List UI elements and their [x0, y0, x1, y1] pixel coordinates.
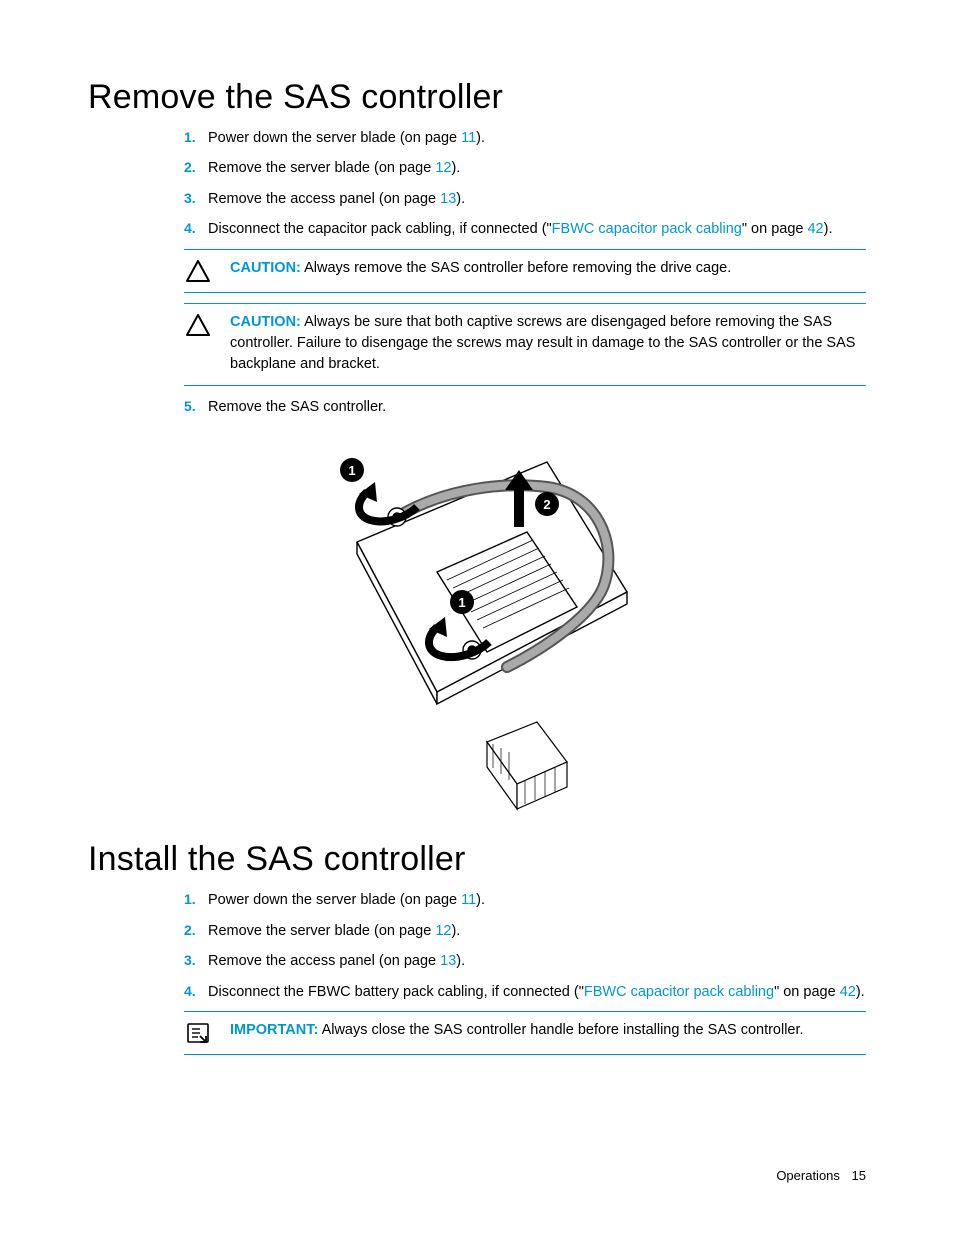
page-footer: Operations 15 [776, 1168, 866, 1183]
step-number: 1. [184, 889, 196, 911]
steps-remove: 1. Power down the server blade (on page … [88, 127, 866, 241]
step-text: Disconnect the FBWC battery pack cabling… [208, 984, 584, 1000]
list-item: 1. Power down the server blade (on page … [184, 889, 866, 911]
step-number: 3. [184, 950, 196, 972]
step-number: 4. [184, 218, 196, 240]
step-text: Power down the server blade (on page [208, 130, 461, 146]
list-item: 4. Disconnect the FBWC battery pack cabl… [184, 981, 866, 1003]
cross-ref-link[interactable]: FBWC capacitor pack cabling [584, 984, 774, 1000]
page-ref-link[interactable]: 13 [440, 191, 456, 207]
step-number: 2. [184, 157, 196, 179]
caution-callout: CAUTION: Always remove the SAS controlle… [184, 249, 866, 293]
caution-text: Always remove the SAS controller before … [301, 260, 731, 276]
cross-ref-link[interactable]: FBWC capacitor pack cabling [552, 221, 742, 237]
step-text: ). [451, 160, 460, 176]
caution-icon [184, 312, 212, 375]
caution-text: Always be sure that both captive screws … [230, 314, 855, 372]
list-item: 1. Power down the server blade (on page … [184, 127, 866, 149]
step-number: 4. [184, 981, 196, 1003]
list-item: 3. Remove the access panel (on page 13). [184, 950, 866, 972]
page-ref-link[interactable]: 11 [461, 892, 476, 908]
heading-remove-sas: Remove the SAS controller [88, 78, 866, 117]
step-text: ). [456, 953, 465, 969]
list-item: 3. Remove the access panel (on page 13). [184, 188, 866, 210]
list-item: 5. Remove the SAS controller. [184, 396, 866, 418]
footer-section: Operations [776, 1168, 840, 1183]
list-item: 2. Remove the server blade (on page 12). [184, 920, 866, 942]
step-text: Remove the server blade (on page [208, 160, 435, 176]
step-text: ). [856, 984, 865, 1000]
list-item: 4. Disconnect the capacitor pack cabling… [184, 218, 866, 240]
diagram-container: 1 2 1 [88, 432, 866, 812]
caution-icon [184, 258, 212, 282]
step-text: " on page [774, 984, 840, 1000]
important-icon [184, 1020, 212, 1044]
step-text: Remove the access panel (on page [208, 953, 440, 969]
page-ref-link[interactable]: 12 [435, 923, 451, 939]
step-text: " on page [742, 221, 808, 237]
svg-text:2: 2 [543, 497, 550, 512]
important-callout: IMPORTANT: Always close the SAS controll… [184, 1011, 866, 1055]
steps-remove-cont: 5. Remove the SAS controller. [88, 396, 866, 418]
page-ref-link[interactable]: 13 [440, 953, 456, 969]
step-text: ). [824, 221, 833, 237]
step-text: ). [476, 892, 485, 908]
page-ref-link[interactable]: 42 [840, 984, 856, 1000]
caution-callout: CAUTION: Always be sure that both captiv… [184, 303, 866, 386]
step-text: ). [476, 130, 485, 146]
page-ref-link[interactable]: 42 [807, 221, 823, 237]
step-text: Power down the server blade (on page [208, 892, 461, 908]
step-number: 3. [184, 188, 196, 210]
caution-label: CAUTION: [230, 314, 301, 330]
step-number: 2. [184, 920, 196, 942]
step-text: Remove the access panel (on page [208, 191, 440, 207]
steps-install: 1. Power down the server blade (on page … [88, 889, 866, 1003]
caution-label: CAUTION: [230, 260, 301, 276]
step-text: Disconnect the capacitor pack cabling, i… [208, 221, 552, 237]
step-text: Remove the server blade (on page [208, 923, 435, 939]
step-number: 1. [184, 127, 196, 149]
step-number: 5. [184, 396, 196, 418]
page-ref-link[interactable]: 12 [435, 160, 451, 176]
footer-page-number: 15 [852, 1168, 866, 1183]
list-item: 2. Remove the server blade (on page 12). [184, 157, 866, 179]
heading-install-sas: Install the SAS controller [88, 840, 866, 879]
svg-text:1: 1 [458, 595, 465, 610]
important-label: IMPORTANT: [230, 1022, 318, 1038]
step-text: Remove the SAS controller. [208, 399, 386, 415]
sas-controller-diagram: 1 2 1 [297, 432, 657, 812]
step-text: ). [451, 923, 460, 939]
step-text: ). [456, 191, 465, 207]
important-text: Always close the SAS controller handle b… [318, 1022, 803, 1038]
page-ref-link[interactable]: 11 [461, 130, 476, 146]
svg-text:1: 1 [348, 463, 355, 478]
